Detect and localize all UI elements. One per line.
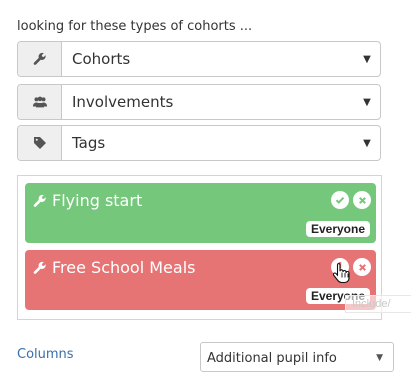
tooltip: Include/ [345,295,411,313]
cohort-card-free-school-meals: Free School Meals Everyone [25,250,376,310]
cohort-name: Flying start [52,191,143,210]
wrench-icon [33,261,46,274]
involvements-filter-dropdown[interactable]: Involvements ▼ [17,84,381,120]
chevron-down-icon: ▼ [376,353,383,363]
tags-filter-label: Tags [72,134,106,152]
cohort-card-flying-start: Flying start Everyone [25,183,376,243]
chevron-down-icon: ▼ [363,53,371,65]
selected-cohorts-panel: Flying start Everyone Free School Meals … [17,175,382,320]
tags-filter-dropdown[interactable]: Tags ▼ [17,125,381,161]
columns-label: Columns [17,347,74,362]
hand-cursor-icon [333,262,350,284]
users-icon [18,85,62,119]
tag-icon [18,126,62,160]
audience-badge: Everyone [305,221,370,237]
chevron-down-icon: ▼ [363,96,371,108]
wrench-icon [33,194,46,207]
close-icon[interactable] [353,258,371,276]
cohort-name: Free School Meals [52,258,196,277]
cohorts-filter-label: Cohorts [72,50,131,68]
columns-selected-value: Additional pupil info [207,351,337,366]
intro-text: looking for these types of cohorts ... [17,19,253,34]
cohorts-filter-dropdown[interactable]: Cohorts ▼ [17,41,381,77]
check-icon[interactable] [331,191,349,209]
wrench-icon [18,42,62,76]
close-icon[interactable] [353,191,371,209]
columns-dropdown[interactable]: Additional pupil info ▼ [200,342,394,372]
involvements-filter-label: Involvements [72,93,174,111]
chevron-down-icon: ▼ [363,137,371,149]
